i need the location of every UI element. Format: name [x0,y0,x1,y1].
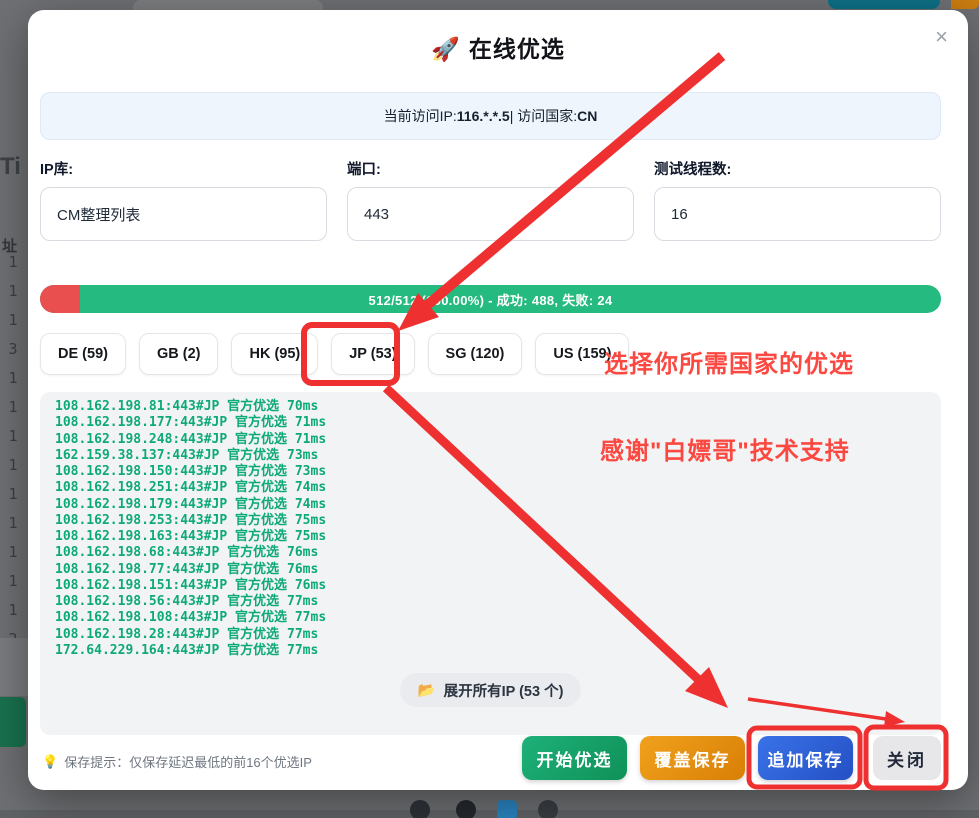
moon-icon [410,800,430,818]
overwrite-save-button[interactable]: 覆盖保存 [640,736,745,780]
background-digit: 1 [0,393,26,422]
ip-result-line: 108.162.198.163:443#JP 官方优选 75ms [55,529,926,545]
ip-library-label: IP库: [40,158,327,179]
country-button[interactable]: DE (59) [40,333,126,375]
ip-result-line: 108.162.198.108:443#JP 官方优选 77ms [55,610,926,626]
progress-bar: 512/512 (100.00%) - 成功: 488, 失败: 24 [40,285,941,313]
start-optimize-button[interactable]: 开始优选 [522,736,627,780]
ip-result-line: 108.162.198.77:443#JP 官方优选 76ms [55,562,926,578]
background-title-fragment: Ti [0,153,21,181]
scroll-top-icon [538,800,558,818]
bulb-icon: 💡 [42,754,58,770]
background-green-button-fragment [0,697,26,747]
ip-result-line: 108.162.198.56:443#JP 官方优选 77ms [55,594,926,610]
background-page-tab [133,0,323,10]
background-footer-strip [0,810,979,818]
rocket-icon: 🚀 [431,36,461,62]
ip-result-line: 108.162.198.150:443#JP 官方优选 73ms [55,464,926,480]
port-input[interactable] [347,187,634,241]
country-button[interactable]: US (159) [535,333,629,375]
threads-input[interactable] [654,187,941,241]
country-button[interactable]: HK (95) [231,333,318,375]
progress-text: 512/512 (100.00%) - 成功: 488, 失败: 24 [40,285,941,313]
background-digit: 3 [0,335,26,364]
save-hint: 💡 保存提示：仅保存延迟最低的前16个优选IP [42,752,312,771]
background-teal-button [828,0,940,9]
ip-result-line: 108.162.198.177:443#JP 官方优选 71ms [55,415,926,431]
telegram-icon [497,800,517,818]
append-save-button[interactable]: 追加保存 [758,736,853,780]
country-button[interactable]: SG (120) [428,333,523,375]
ip-result-line: 108.162.198.248:443#JP 官方优选 71ms [55,432,926,448]
background-digit: 1 [0,306,26,335]
background-digit: 1 [0,567,26,596]
ip-result-line: 162.159.38.137:443#JP 官方优选 73ms [55,448,926,464]
country-button[interactable]: GB (2) [139,333,219,375]
close-button[interactable]: 关闭 [873,736,941,780]
ip-result-line: 108.162.198.151:443#JP 官方优选 76ms [55,578,926,594]
info-prefix: 当前访问IP: [384,106,457,126]
background-digit: 1 [0,248,26,277]
current-country-value: CN [577,108,597,124]
field-threads: 测试线程数: [654,158,941,241]
background-ip-table-digits: 11131111111112 [0,248,26,654]
current-ip-info-bar: 当前访问IP: 116.*.*.5 | 访问国家: CN [40,92,941,140]
port-label: 端口: [347,158,634,179]
background-digit: 1 [0,538,26,567]
results-panel: 108.162.198.81:443#JP 官方优选 70ms108.162.1… [40,392,941,735]
field-port: 端口: [347,158,634,241]
country-button[interactable]: JP (53) [331,333,414,375]
info-separator: | 访问国家: [510,106,577,126]
expand-all-ip-label: 展开所有IP (53 个) [444,680,564,701]
ip-result-line: 108.162.198.253:443#JP 官方优选 75ms [55,513,926,529]
background-digit: 1 [0,451,26,480]
background-orange-button [951,0,979,9]
online-optimize-modal: × 🚀在线优选 当前访问IP: 116.*.*.5 | 访问国家: CN IP库… [28,10,968,790]
expand-all-ip-button[interactable]: 📂 展开所有IP (53 个) [400,673,582,707]
ip-result-list: 108.162.198.81:443#JP 官方优选 70ms108.162.1… [55,399,926,659]
ip-result-line: 108.162.198.251:443#JP 官方优选 74ms [55,480,926,496]
footer-buttons: 开始优选 覆盖保存 追加保存 关闭 [522,736,941,780]
background-digit: 1 [0,509,26,538]
threads-label: 测试线程数: [654,158,941,179]
background-digit: 1 [0,422,26,451]
ip-result-line: 108.162.198.28:443#JP 官方优选 77ms [55,627,926,643]
folder-icon: 📂 [418,682,436,699]
field-ip-library: IP库: [40,158,327,241]
page-title-text: 在线优选 [469,36,565,62]
ip-result-line: 172.64.229.164:443#JP 官方优选 77ms [55,643,926,659]
country-filter-row: DE (59) GB (2) HK (95) JP (53) SG (120) US (1… [40,333,629,375]
ip-result-line: 108.162.198.68:443#JP 官方优选 76ms [55,545,926,561]
background-table-rows [0,638,28,696]
current-ip-value: 116.*.*.5 [457,108,510,124]
ip-library-input[interactable] [40,187,327,241]
ip-result-line: 108.162.198.81:443#JP 官方优选 70ms [55,399,926,415]
background-digit: 1 [0,277,26,306]
page-title: 🚀 在线优选 [28,30,968,64]
background-digit: 1 [0,480,26,509]
ip-result-line: 108.162.198.179:443#JP 官方优选 74ms [55,497,926,513]
background-digit: 1 [0,596,26,625]
save-hint-text: 保存提示：仅保存延迟最低的前16个优选IP [64,752,312,771]
background-digit: 1 [0,364,26,393]
github-icon [456,800,476,818]
